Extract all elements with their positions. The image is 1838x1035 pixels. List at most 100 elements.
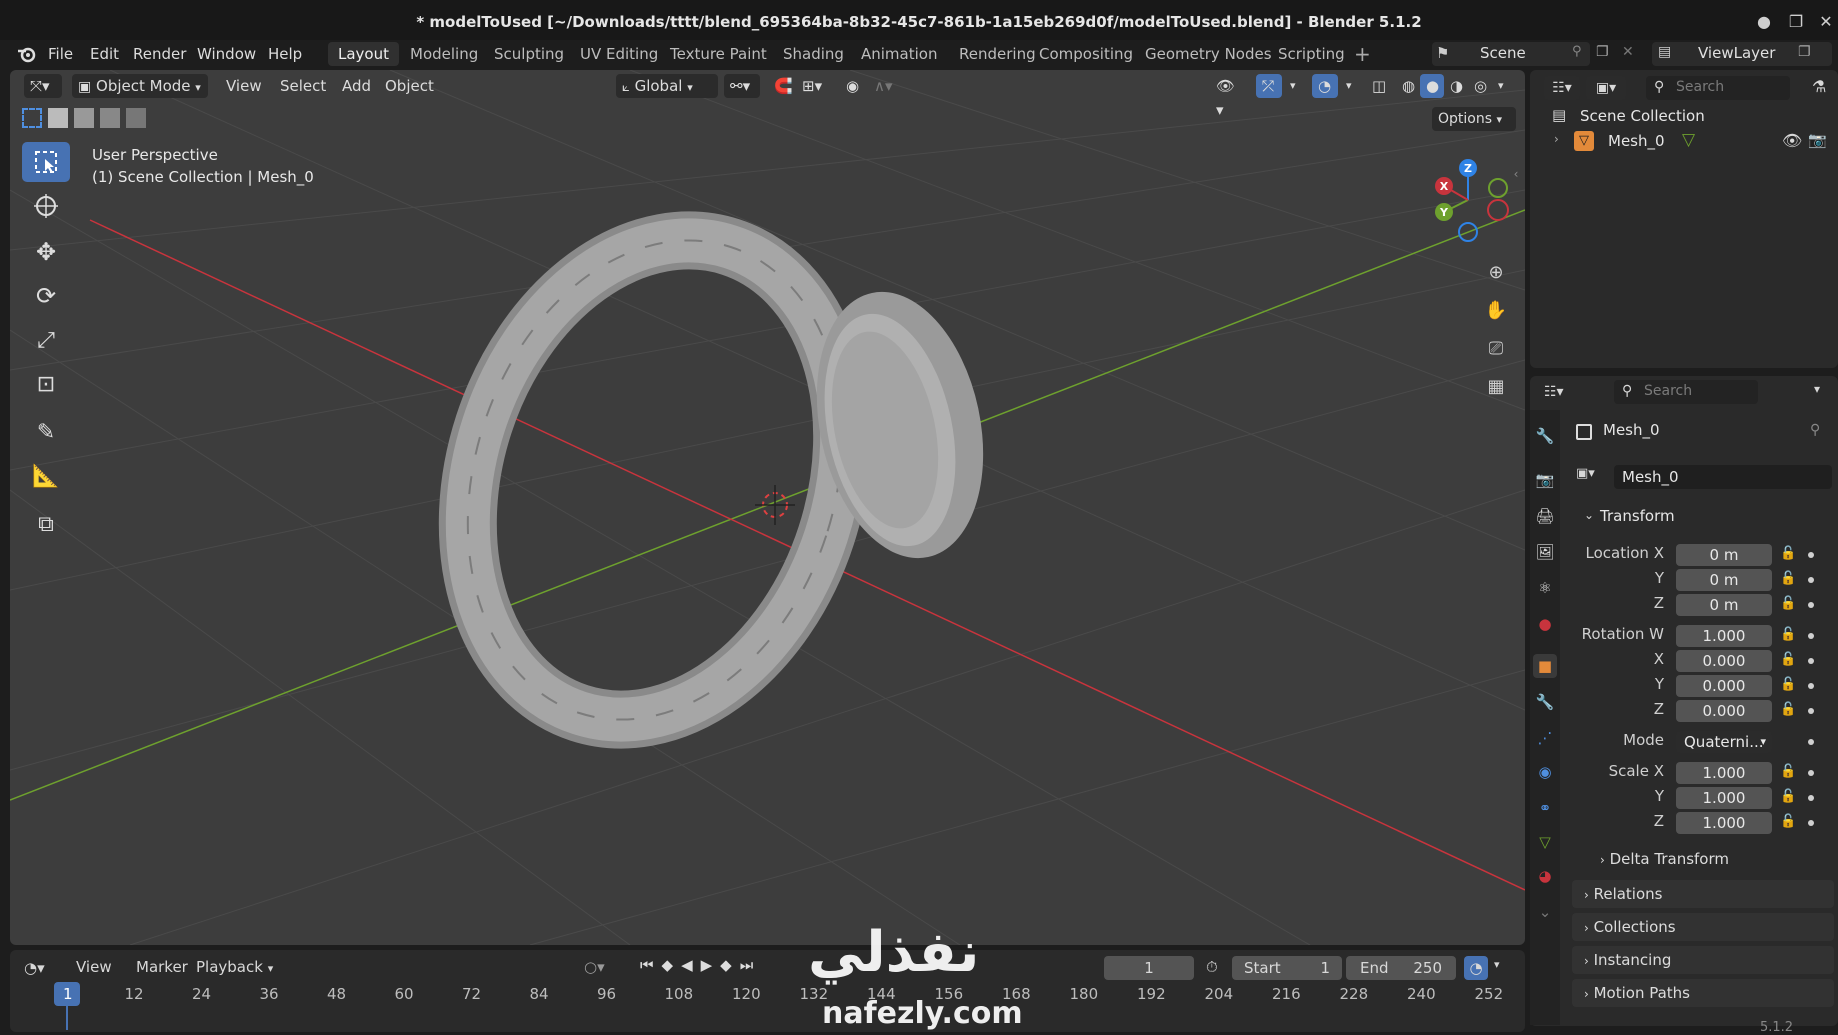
cursor-tool[interactable] xyxy=(22,186,70,226)
menu-edit[interactable]: Edit xyxy=(90,40,119,68)
rotation-x-field[interactable]: 0.000 xyxy=(1676,650,1772,672)
lock-icon[interactable]: 🔓 xyxy=(1780,677,1796,693)
measure-tool[interactable]: 📐 xyxy=(22,456,70,496)
prev-keyframe-icon[interactable]: ◆ xyxy=(662,956,674,980)
lock-icon[interactable]: 🔓 xyxy=(1780,596,1796,612)
keyframe-dot-icon[interactable] xyxy=(1808,770,1814,776)
outliner-mesh-label[interactable]: Mesh_0 xyxy=(1608,132,1665,150)
viewport-menu-select[interactable]: Select xyxy=(274,74,332,98)
object-browse-icon[interactable]: ▣▾ xyxy=(1576,466,1612,488)
add-workspace-icon[interactable]: + xyxy=(1354,40,1371,68)
delta-transform-subpanel[interactable]: › Delta Transform xyxy=(1600,850,1729,868)
lock-icon[interactable]: 🔓 xyxy=(1780,764,1796,780)
mode-dropdown[interactable]: ▣ Object Mode ▾ xyxy=(72,74,208,98)
filter-icon[interactable]: ⚗ xyxy=(1812,77,1826,96)
keyframe-dot-icon[interactable] xyxy=(1808,577,1814,583)
lock-icon[interactable]: 🔓 xyxy=(1780,627,1796,643)
tab-modeling[interactable]: Modeling xyxy=(400,42,488,66)
output-tab-icon[interactable]: 🖨 xyxy=(1533,504,1557,528)
viewport-menu-view[interactable]: View xyxy=(220,74,268,98)
scale-tool[interactable]: ⤢ xyxy=(22,320,70,360)
transform-tool[interactable]: ⊡ xyxy=(22,364,70,404)
rotation-z-field[interactable]: 0.000 xyxy=(1676,700,1772,722)
current-frame-field[interactable]: 1 xyxy=(1104,956,1194,980)
proportional-edit-icon[interactable]: ◉ xyxy=(840,74,866,98)
jump-end-icon[interactable]: ⏭ xyxy=(740,956,754,980)
keyframe-dot-icon[interactable] xyxy=(1808,683,1814,689)
tab-scripting[interactable]: Scripting xyxy=(1268,42,1355,66)
zoom-icon[interactable]: ⊕ xyxy=(1482,258,1510,286)
stopwatch-icon[interactable]: ⏱ xyxy=(1206,958,1218,976)
rotate-tool[interactable]: ⟳ xyxy=(22,276,70,316)
scene-collection-label[interactable]: Scene Collection xyxy=(1580,107,1705,125)
location-y-field[interactable]: 0 m xyxy=(1676,569,1772,591)
physics-tab-icon[interactable]: ◉ xyxy=(1533,760,1557,784)
rotation-y-field[interactable]: 0.000 xyxy=(1676,675,1772,697)
select-extend-icon[interactable] xyxy=(48,108,68,128)
menu-file[interactable]: File xyxy=(48,40,73,68)
outliner-search-input[interactable]: ⚲ Search xyxy=(1646,76,1790,100)
motion-paths-panel[interactable]: › Motion Paths xyxy=(1572,979,1834,1007)
play-reverse-icon[interactable]: ◀ xyxy=(681,956,693,980)
viewlayer-selector[interactable]: ▤ ViewLayer ❐ xyxy=(1652,42,1832,66)
modifier-tab-icon[interactable]: 🔧 xyxy=(1533,690,1557,714)
pivot-point-icon[interactable]: ⚯▾ xyxy=(724,74,760,98)
tab-animation[interactable]: Animation xyxy=(851,42,947,66)
select-box-tool[interactable] xyxy=(22,142,70,182)
next-keyframe-icon[interactable]: ◆ xyxy=(720,956,732,980)
auto-keying-icon[interactable]: ○▾ xyxy=(584,958,605,976)
delete-scene-icon[interactable]: ✕ xyxy=(1622,44,1642,64)
relations-panel[interactable]: › Relations xyxy=(1572,880,1834,908)
annotate-tool[interactable]: ✎ xyxy=(22,412,70,452)
perspective-grid-icon[interactable]: ▦ xyxy=(1482,372,1510,400)
rotation-w-field[interactable]: 1.000 xyxy=(1676,625,1772,647)
minimize-icon[interactable]: ● xyxy=(1754,12,1774,32)
visibility-icon[interactable]: 👁▾ xyxy=(1210,74,1248,119)
select-invert-icon[interactable] xyxy=(100,108,120,128)
xray-icon[interactable]: ◫ xyxy=(1366,74,1392,98)
editor-type-button[interactable]: ⤧▾ xyxy=(24,74,62,98)
chevron-down-icon[interactable]: ▾ xyxy=(1494,958,1500,971)
overlays-toggle-icon[interactable]: ◔ xyxy=(1312,74,1338,98)
keyframe-dot-icon[interactable] xyxy=(1808,795,1814,801)
falloff-icon[interactable]: ∧▾ xyxy=(868,74,904,98)
timeline-menu-marker[interactable]: Marker xyxy=(136,958,188,976)
select-subtract-icon[interactable] xyxy=(74,108,94,128)
maximize-icon[interactable]: ❐ xyxy=(1786,12,1806,32)
tool-tab-icon[interactable]: 🔧 xyxy=(1533,424,1557,448)
collections-panel[interactable]: › Collections xyxy=(1572,913,1834,941)
timeline-editor-type-icon[interactable]: ◔▾ xyxy=(24,956,60,980)
instancing-panel[interactable]: › Instancing xyxy=(1572,946,1834,974)
scale-z-field[interactable]: 1.000 xyxy=(1676,812,1772,834)
properties-editor-type-icon[interactable]: ☷▾ xyxy=(1544,380,1584,404)
solid-shading-icon[interactable]: ● xyxy=(1420,74,1444,98)
viewport-menu-add[interactable]: Add xyxy=(336,74,377,98)
location-z-field[interactable]: 0 m xyxy=(1676,594,1772,616)
end-frame-field[interactable]: End 250 xyxy=(1346,956,1456,980)
timeline-menu-view[interactable]: View xyxy=(76,958,112,976)
scene-selector[interactable]: ⚑ Scene ⚲ xyxy=(1432,42,1590,66)
orientation-dropdown[interactable]: ⟀ Global ▾ xyxy=(616,74,718,98)
scale-x-field[interactable]: 1.000 xyxy=(1676,762,1772,784)
pin-icon[interactable]: ⚲ xyxy=(1810,422,1820,438)
outliner-editor-type-icon[interactable]: ☷▾ xyxy=(1544,76,1580,100)
scale-y-field[interactable]: 1.000 xyxy=(1676,787,1772,809)
menu-window[interactable]: Window xyxy=(197,40,256,68)
keyframe-dot-icon[interactable] xyxy=(1808,820,1814,826)
rotation-mode-dropdown[interactable]: Quaterni... ▾ xyxy=(1676,731,1772,753)
keyframe-dot-icon[interactable] xyxy=(1808,633,1814,639)
tab-uv-editing[interactable]: UV Editing xyxy=(570,42,668,66)
keyframe-dot-icon[interactable] xyxy=(1808,708,1814,714)
options-dropdown[interactable]: Options ▾ xyxy=(1432,107,1516,131)
menu-help[interactable]: Help xyxy=(268,40,302,68)
pan-hand-icon[interactable]: ✋ xyxy=(1482,296,1510,324)
timeline-menu-playback[interactable]: Playback ▾ xyxy=(196,958,273,976)
sidebar-toggle-icon[interactable]: ‹ xyxy=(1510,166,1522,182)
snap-target-icon[interactable]: ⊞▾ xyxy=(796,74,836,98)
3d-cursor-icon[interactable] xyxy=(755,485,795,525)
lock-icon[interactable]: 🔓 xyxy=(1780,652,1796,668)
location-x-field[interactable]: 0 m xyxy=(1676,544,1772,566)
eye-icon[interactable]: 👁 xyxy=(1782,131,1802,150)
tab-layout[interactable]: Layout xyxy=(328,42,399,66)
material-shading-icon[interactable]: ◑ xyxy=(1444,74,1468,98)
